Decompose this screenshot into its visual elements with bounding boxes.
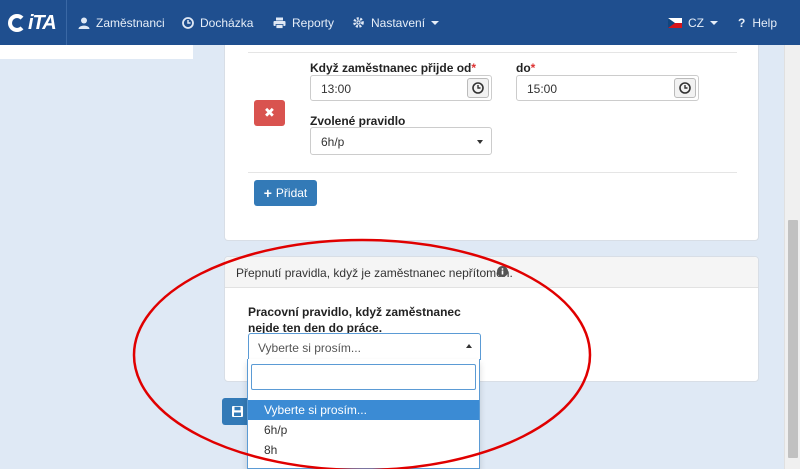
clock-icon <box>182 16 194 29</box>
scrollbar-thumb[interactable] <box>788 220 798 458</box>
selected-rule-label: Zvolené pravidlo <box>310 114 406 128</box>
divider <box>248 52 737 53</box>
nav-item-label: Zaměstnanci <box>96 15 165 30</box>
nav-separator <box>66 0 67 45</box>
chevron-down-icon <box>477 140 483 144</box>
dropdown-option[interactable]: 8h <box>248 440 479 460</box>
absence-card-title: Přepnutí pravidla, když je zaměstnanec n… <box>236 266 513 280</box>
absence-rule-value: Vyberte si prosím... <box>258 341 361 355</box>
chevron-down-icon <box>710 20 718 25</box>
language-label: CZ <box>688 15 704 30</box>
printer-icon <box>273 17 286 29</box>
dropdown-option[interactable]: 6h/p <box>248 420 479 440</box>
rule-card: Když zaměstnanec přijde od* 13:00 do* 15… <box>224 45 759 241</box>
clock-icon <box>679 82 691 94</box>
floppy-disk-icon <box>232 406 243 417</box>
arrival-from-value: 13:00 <box>321 82 352 96</box>
left-panel <box>0 45 193 59</box>
chevron-up-icon <box>466 344 472 348</box>
top-navbar: iTA Zaměstnanci Docházka Reporty Nastave… <box>0 0 800 45</box>
info-icon[interactable] <box>497 266 508 277</box>
chevron-down-icon <box>431 20 440 25</box>
czech-flag-icon <box>668 17 682 28</box>
nav-item-attendance[interactable]: Docházka <box>182 0 253 45</box>
nav-item-label: Reporty <box>292 15 335 30</box>
gear-icon <box>353 17 364 28</box>
language-switcher[interactable]: CZ <box>668 0 718 45</box>
absence-card-header: Přepnutí pravidla, když je zaměstnanec n… <box>225 257 758 288</box>
arrival-from-label: Když zaměstnanec přijde od* <box>310 61 477 75</box>
nav-item-label: Docházka <box>200 15 254 30</box>
nav-item-settings[interactable]: Nastavení <box>352 0 440 45</box>
divider <box>248 172 737 173</box>
arrival-from-input[interactable]: 13:00 <box>310 75 492 101</box>
logo-mark-icon <box>8 14 26 32</box>
dropdown-option[interactable]: Vyberte si prosím... <box>248 400 479 420</box>
brand-logo[interactable]: iTA <box>8 11 57 35</box>
help-link[interactable]: ? Help <box>738 0 777 45</box>
absence-rule-dropdown: Vyberte si prosím... 6h/p 8h <box>247 359 480 469</box>
dropdown-search-input[interactable] <box>251 364 476 390</box>
nav-item-employees[interactable]: Zaměstnanci <box>78 0 165 45</box>
time-picker-button[interactable] <box>674 78 696 98</box>
user-icon <box>78 17 90 29</box>
brand-name: iTA <box>28 11 57 34</box>
page-scrollbar[interactable] <box>784 45 800 469</box>
add-label: Přidat <box>275 186 308 200</box>
absence-rule-select[interactable]: Vyberte si prosím... <box>248 333 481 360</box>
arrival-to-label: do* <box>516 61 536 75</box>
nav-item-label: Nastavení <box>371 15 426 30</box>
help-label: Help <box>752 15 778 30</box>
absence-rule-label: Pracovní pravidlo, když zaměstnanec nejd… <box>248 305 461 335</box>
nav-item-reports[interactable]: Reporty <box>273 0 334 45</box>
plus-icon: + <box>263 185 272 201</box>
delete-rule-button[interactable]: ✖ <box>254 100 285 126</box>
clock-icon <box>472 82 484 94</box>
arrival-to-input[interactable]: 15:00 <box>516 75 699 101</box>
question-icon: ? <box>738 15 746 30</box>
arrival-to-value: 15:00 <box>527 82 558 96</box>
selected-rule-select[interactable]: 6h/p <box>310 127 492 155</box>
selected-rule-value: 6h/p <box>321 135 345 149</box>
add-rule-button[interactable]: + Přidat <box>254 180 317 206</box>
time-picker-button[interactable] <box>467 78 489 98</box>
